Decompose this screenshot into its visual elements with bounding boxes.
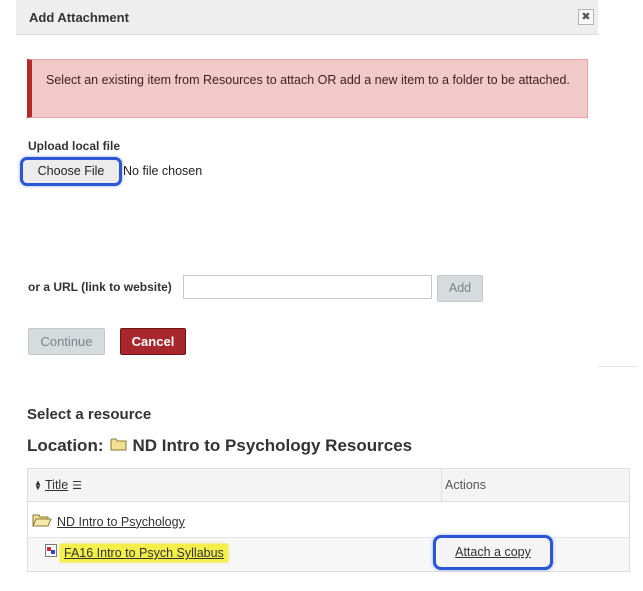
close-button[interactable]: ✖ [578,9,594,25]
choose-file-button[interactable]: Choose File [20,157,122,186]
table-header: ▲ ▼ Title ☰ Actions [28,469,629,502]
dialog-titlebar: Add Attachment ✖ [16,0,598,35]
continue-button[interactable]: Continue [28,328,105,355]
dialog-title: Add Attachment [29,10,129,25]
upload-label: Upload local file [28,139,121,153]
select-resource-heading: Select a resource [27,406,152,423]
open-folder-icon [32,513,52,530]
folder-link[interactable]: ND Intro to Psychology [32,513,185,530]
filter-icon[interactable]: ☰ [72,479,82,492]
alert-message: Select an existing item from Resources t… [27,59,588,118]
add-url-button[interactable]: Add [437,275,483,302]
file-link[interactable]: FA16 Intro to Psych Syllabus [45,544,228,562]
table-row: FA16 Intro to Psych Syllabus Attach a co… [28,535,629,571]
url-label: or a URL (link to website) [28,280,172,294]
file-name[interactable]: FA16 Intro to Psych Syllabus [60,544,228,562]
table-row: ND Intro to Psychology [28,502,629,538]
cancel-button[interactable]: Cancel [120,328,186,355]
location-name: ND Intro to Psychology Resources [132,436,413,455]
location-breadcrumb: Location: ND Intro to Psychology Resourc… [27,436,412,456]
sort-icon[interactable]: ▲ ▼ [34,479,42,492]
file-icon [45,544,60,562]
actions-column-header: Actions [445,478,486,492]
close-icon: ✖ [581,11,591,23]
location-label: Location: [27,436,104,455]
url-input[interactable] [183,275,432,299]
title-column-header[interactable]: ▲ ▼ Title ☰ [34,478,82,492]
divider [598,366,638,367]
folder-name[interactable]: ND Intro to Psychology [57,515,185,529]
title-sort-link[interactable]: Title [45,478,68,492]
attach-copy-button[interactable]: Attach a copy [433,535,553,570]
folder-icon [110,436,133,456]
resource-table: ▲ ▼ Title ☰ Actions ND Intro to Psycholog… [27,468,630,572]
file-status-text: No file chosen [123,164,203,178]
